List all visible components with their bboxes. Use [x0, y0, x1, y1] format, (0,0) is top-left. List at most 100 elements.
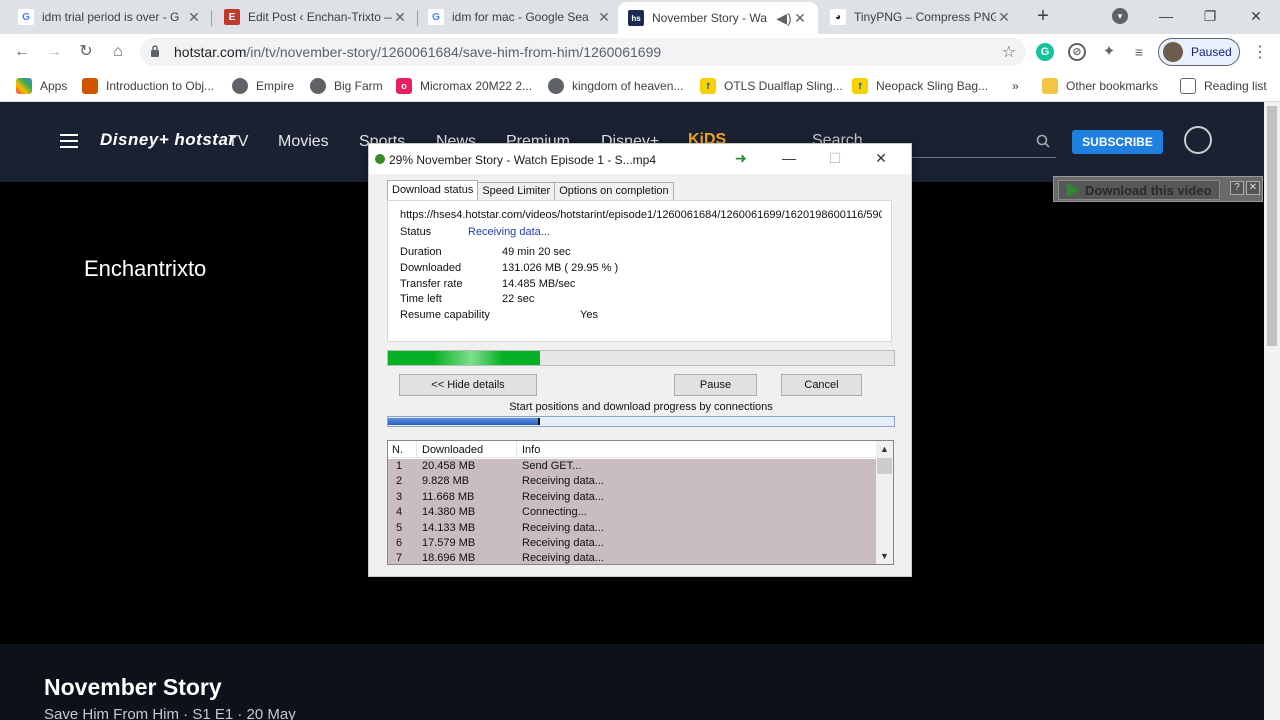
close-tab-icon[interactable]: ✕	[996, 9, 1012, 26]
close-icon[interactable]: ✕	[1246, 181, 1260, 195]
reload-button[interactable]: ↻	[74, 40, 98, 64]
reading-list-button[interactable]: Reading list	[1180, 77, 1267, 95]
table-row[interactable]: 5 14.133 MB Receiving data...	[388, 520, 876, 536]
other-bookmarks-folder[interactable]: Other bookmarks	[1042, 77, 1158, 95]
extensions-puzzle-icon[interactable]: ✦	[1100, 43, 1118, 61]
time-left-value: 22 sec	[502, 293, 535, 305]
dialog-titlebar[interactable]: 29% November Story - Watch Episode 1 - S…	[369, 144, 911, 174]
hide-details-button[interactable]: << Hide details	[399, 374, 537, 396]
status-label: Status	[400, 226, 432, 238]
table-row[interactable]: 6 17.579 MB Receiving data...	[388, 535, 876, 552]
table-cell: Receiving data...	[522, 490, 604, 503]
bookmark-item[interactable]: f OTLS Dualflap Sling...	[700, 77, 843, 95]
profile-button[interactable]: Paused	[1158, 38, 1240, 66]
table-cell: 3	[396, 490, 403, 503]
minimize-dialog-button[interactable]: —	[777, 150, 801, 166]
close-tab-icon[interactable]: ✕	[186, 9, 202, 26]
forward-button[interactable]: →	[42, 40, 66, 64]
bookmark-item[interactable]: kingdom of heaven...	[548, 77, 683, 95]
minimize-window-button[interactable]: —	[1146, 4, 1186, 28]
subscribe-button[interactable]: SUBSCRIBE	[1072, 130, 1163, 154]
globe-icon	[310, 78, 326, 94]
tab-search-icon[interactable]: ▾	[1112, 8, 1128, 24]
new-tab-button[interactable]: +	[1032, 6, 1054, 28]
download-progress-bar	[387, 350, 895, 366]
close-dialog-button[interactable]: ✕	[869, 150, 893, 167]
browser-tab-active[interactable]: hs November Story - Wa ◀) ✕	[618, 2, 818, 34]
bookmark-star-icon[interactable]: ☆	[1002, 42, 1016, 62]
tab-title: Edit Post ‹ Enchan-Trixto —	[248, 10, 392, 24]
table-cell: 18.696 MB	[422, 552, 476, 565]
tab-options-on-completion[interactable]: Options on completion	[554, 182, 674, 200]
close-tab-icon[interactable]: ✕	[596, 9, 612, 26]
column-header[interactable]: Info	[522, 444, 540, 456]
field-label: Duration	[400, 246, 442, 258]
bookmark-apps[interactable]: Apps	[16, 77, 67, 95]
search-icon[interactable]	[1036, 134, 1050, 148]
home-button[interactable]: ⌂	[106, 40, 130, 64]
idm-download-dialog: 29% November Story - Watch Episode 1 - S…	[368, 143, 912, 577]
back-button[interactable]: ←	[10, 40, 34, 64]
idm-icon	[375, 154, 385, 164]
restore-window-button[interactable]: ❐	[1190, 4, 1230, 28]
download-status-panel: https://hses4.hotstar.com/videos/hotstar…	[387, 200, 892, 342]
field-label: Transfer rate	[400, 278, 463, 290]
enchantrixto-favicon-icon: E	[224, 9, 240, 25]
browser-menu-icon[interactable]: ⋮	[1252, 42, 1268, 62]
grammarly-icon[interactable]: G	[1036, 43, 1054, 61]
nav-tv[interactable]: TV	[228, 133, 248, 151]
table-cell: Receiving data...	[522, 536, 604, 549]
close-tab-icon[interactable]: ✕	[792, 10, 808, 27]
browser-tab[interactable]: G idm for mac - Google Sea ✕	[418, 2, 622, 32]
bookmarks-overflow-button[interactable]: »	[1012, 77, 1019, 95]
help-icon[interactable]: ?	[1230, 181, 1244, 195]
episode-meta: Save Him From Him · S1 E1 · 20 May	[44, 706, 296, 720]
scroll-down-icon[interactable]: ▼	[876, 548, 893, 564]
audio-playing-icon[interactable]: ◀)	[776, 10, 792, 27]
connections-table[interactable]: N. Downloaded Info 1 20.458 MB Send GET...…	[387, 440, 894, 565]
blocker-extension-icon[interactable]: ⊘	[1068, 43, 1086, 61]
scroll-up-icon[interactable]: ▲	[876, 441, 893, 457]
download-this-video-button[interactable]: Download this video	[1058, 180, 1220, 200]
tab-download-status[interactable]: Download status	[387, 180, 479, 200]
resume-label: Resume capability	[400, 309, 490, 321]
column-header[interactable]: Downloaded	[422, 444, 483, 456]
browser-tab[interactable]: ◕ TinyPNG – Compress PNG ✕	[820, 2, 1022, 32]
nav-movies[interactable]: Movies	[278, 133, 329, 151]
cancel-button[interactable]: Cancel	[781, 374, 862, 396]
close-window-button[interactable]: ✕	[1236, 4, 1276, 28]
close-tab-icon[interactable]: ✕	[392, 9, 408, 26]
tab-title: TinyPNG – Compress PNG	[854, 10, 996, 24]
table-row[interactable]: 3 11.668 MB Receiving data...	[388, 489, 876, 506]
pause-button[interactable]: Pause	[674, 374, 757, 396]
micromax-favicon-icon: o	[396, 78, 412, 94]
table-cell: Receiving data...	[522, 552, 604, 565]
hamburger-menu-icon[interactable]	[60, 134, 78, 148]
url-text: hotstar.com/in/tv/november-story/1260061…	[174, 44, 662, 60]
browser-tab[interactable]: E Edit Post ‹ Enchan-Trixto — ✕	[214, 2, 418, 32]
bookmark-item[interactable]: o Micromax 20M22 2...	[396, 77, 532, 95]
table-row[interactable]: 2 9.828 MB Receiving data...	[388, 474, 876, 490]
page-scrollbar[interactable]	[1264, 102, 1280, 720]
tab-speed-limiter[interactable]: Speed Limiter	[477, 182, 556, 200]
table-row[interactable]: 1 20.458 MB Send GET...	[388, 459, 876, 475]
bookmarks-bar: Apps Introduction to Obj... Empire Big F…	[0, 70, 1280, 102]
user-account-icon[interactable]	[1184, 126, 1212, 154]
bookmark-item[interactable]: Big Farm	[310, 77, 383, 95]
hotstar-logo[interactable]: Disney+ hotstar	[100, 130, 236, 150]
bookmark-item[interactable]: f Neopack Sling Bag...	[852, 77, 988, 95]
table-row[interactable]: 4 14.380 MB Connecting...	[388, 505, 876, 521]
flipkart-favicon-icon: f	[852, 78, 868, 94]
address-bar[interactable]: hotstar.com/in/tv/november-story/1260061…	[140, 38, 1026, 66]
column-header[interactable]: N.	[392, 444, 403, 456]
table-scrollbar[interactable]: ▲ ▼	[876, 441, 893, 564]
browser-tab[interactable]: G idm trial period is over - G ✕	[8, 2, 212, 32]
table-cell: 4	[396, 506, 403, 519]
table-row[interactable]: 7 18.696 MB Receiving data...	[388, 551, 876, 565]
media-control-icon[interactable]: ≡	[1130, 43, 1148, 61]
tinypng-panda-icon: ◕	[830, 9, 846, 25]
bookmark-item[interactable]: Empire	[232, 77, 294, 95]
dialog-tabs: Download status Speed Limiter Options on…	[387, 180, 674, 200]
globe-icon	[548, 78, 564, 94]
bookmark-item[interactable]: Introduction to Obj...	[82, 77, 214, 95]
